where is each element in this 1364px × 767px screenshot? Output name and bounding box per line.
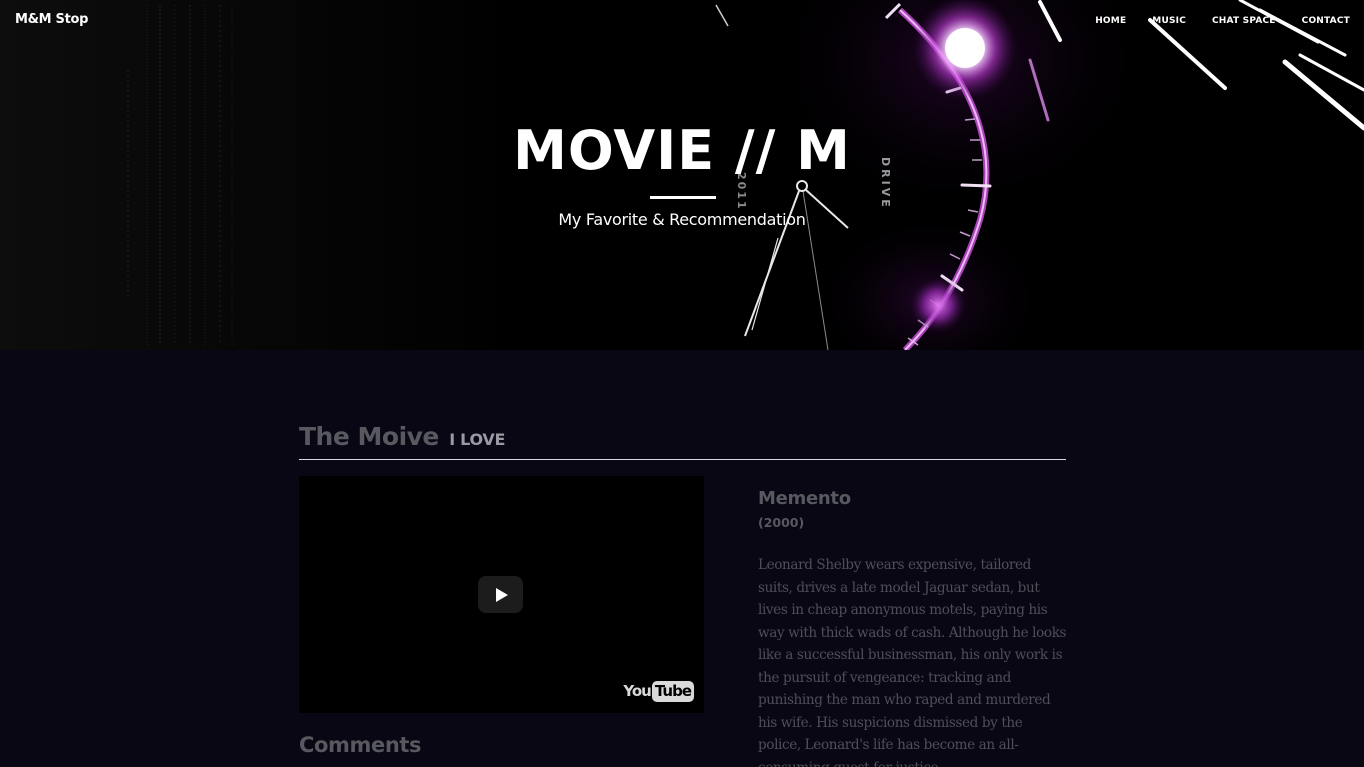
hero-divider [650,196,716,199]
nav-item-contact[interactable]: CONTACT [1302,16,1350,26]
nav-item-home[interactable]: HOME [1095,16,1126,26]
nav-item-chat-space[interactable]: CHAT SPACE [1212,16,1276,26]
hero-subtitle: My Favorite & Recommendation [558,210,806,229]
play-button[interactable] [478,576,523,613]
main-nav: HOME MUSIC CHAT SPACE CONTACT [1095,16,1350,26]
youtube-logo-you: You [623,682,651,700]
movie-title: Memento [758,488,851,509]
main-content: The Moive I LOVE You Tube Comments Memen… [299,350,1068,767]
movie-description: Leonard Shelby wears expensive, tailored… [758,557,1067,767]
youtube-logo-tube: Tube [651,680,694,702]
brand-logo[interactable]: M&M Stop [15,12,88,27]
page: 2011 DRIVE M&M Stop HOME MUSIC CHAT SPAC… [0,0,1364,767]
video-player[interactable]: You Tube [299,476,704,713]
hero-banner: 2011 DRIVE M&M Stop HOME MUSIC CHAT SPAC… [0,0,1364,350]
section-subtitle: I LOVE [449,430,506,449]
movie-year: (2000) [758,515,805,530]
section-title: The Moive [299,422,439,451]
comments-title: Comments [299,733,422,757]
section-divider [299,459,1066,460]
section-heading: The Moive I LOVE [299,422,505,451]
youtube-logo[interactable]: You Tube [623,679,694,703]
movie-info: Memento (2000) Leonard Shelby wears expe… [758,488,1068,767]
nav-item-music[interactable]: MUSIC [1152,16,1186,26]
play-icon [496,588,508,602]
hero-title: MOVIE // M [513,119,851,182]
